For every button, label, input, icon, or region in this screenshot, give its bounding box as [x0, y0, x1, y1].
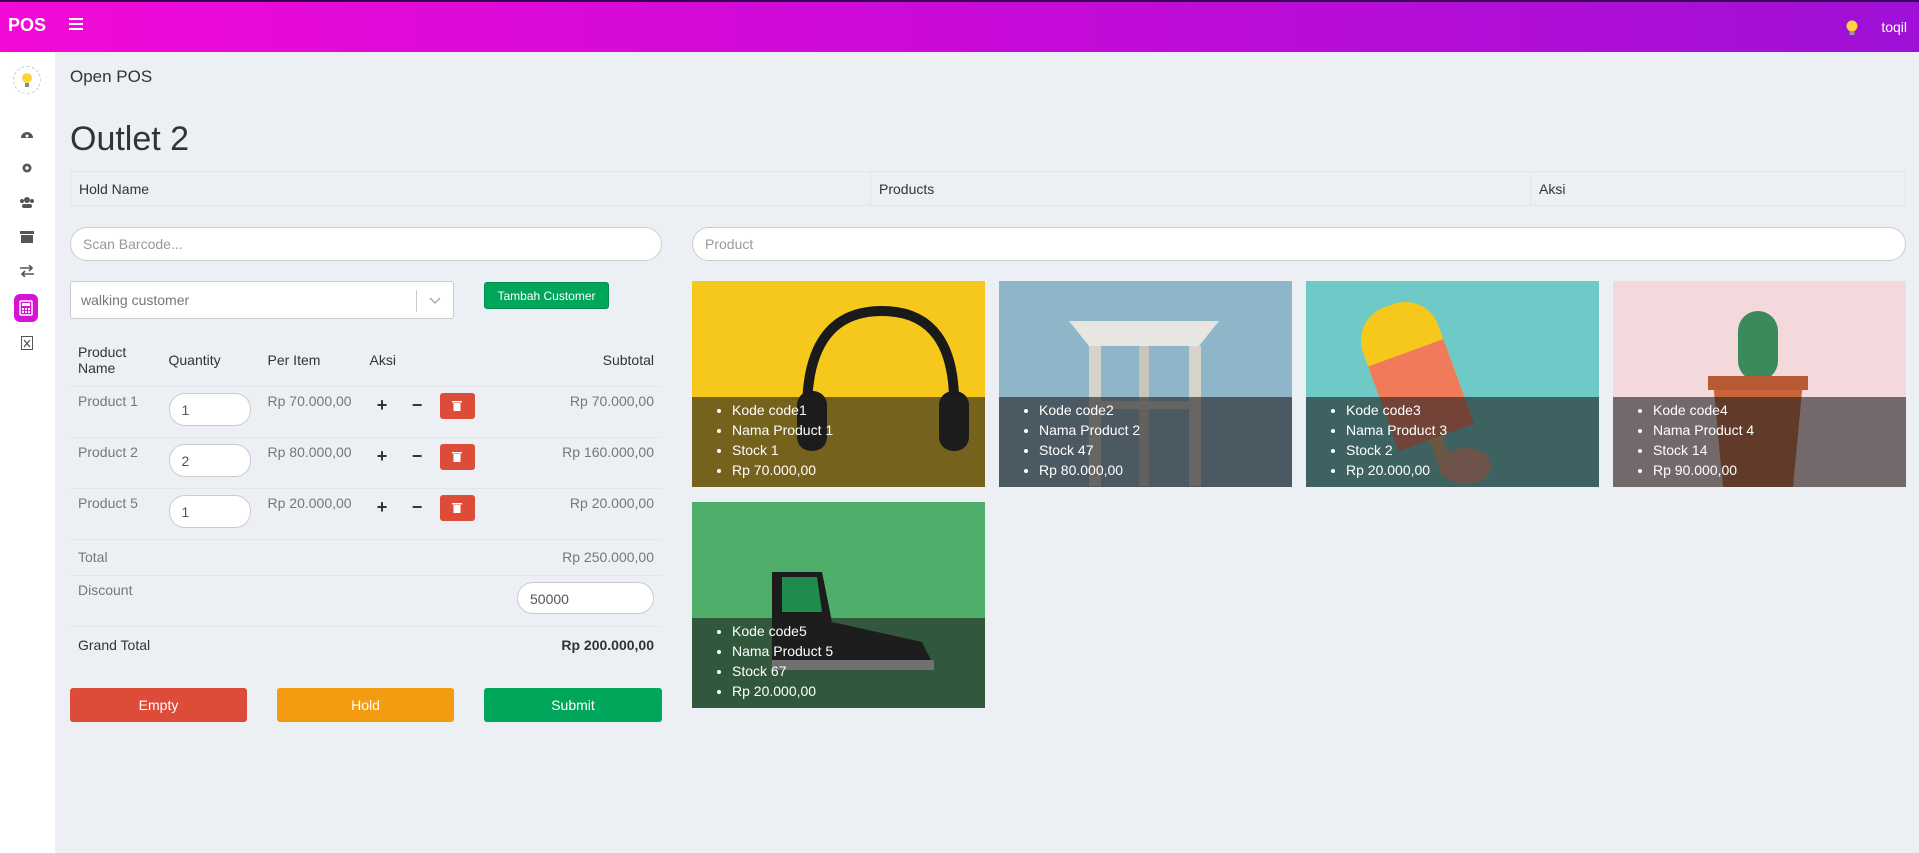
product-card[interactable]: Kode code4 Nama Product 4 Stock 14 Rp 90… — [1613, 281, 1906, 487]
product-name: Nama Product 3 — [1346, 420, 1599, 440]
grand-total-row: Grand Total Rp 200.000,00 — [70, 626, 662, 663]
col-product-name: Product Name — [70, 335, 161, 387]
product-card[interactable]: Kode code1 Nama Product 1 Stock 1 Rp 70.… — [692, 281, 985, 487]
quantity-input[interactable]: 1 — [168, 392, 251, 426]
per-item-price: Rp 20.000,00 — [259, 488, 362, 540]
minus-icon[interactable]: − — [405, 393, 430, 418]
product-card[interactable]: Kode code5 Nama Product 5 Stock 67 Rp 20… — [692, 502, 985, 708]
top-bar: POS toqil — [0, 0, 1919, 52]
scan-barcode-input[interactable]: Scan Barcode... — [70, 227, 662, 261]
product-stock: Stock 47 — [1039, 440, 1292, 460]
customer-select-value: walking customer — [81, 292, 190, 308]
product-price: Rp 20.000,00 — [732, 681, 985, 701]
product-search-input[interactable]: Product — [692, 227, 1906, 261]
bulb-icon[interactable] — [1845, 19, 1859, 37]
sidebar — [0, 52, 55, 853]
discount-input[interactable]: 50000 — [517, 581, 654, 614]
user-name[interactable]: toqil — [1881, 19, 1907, 35]
cart-table: Product Name Quantity Per Item Aksi Subt… — [70, 335, 662, 663]
plus-icon[interactable]: + — [370, 444, 395, 469]
empty-button[interactable]: Empty — [70, 688, 247, 722]
col-subtotal: Subtotal — [507, 335, 662, 387]
dashboard-icon[interactable] — [17, 123, 37, 143]
product-code: Kode code5 — [732, 621, 985, 641]
product-stock: Stock 14 — [1653, 440, 1906, 460]
quantity-input[interactable]: 1 — [168, 494, 251, 528]
product-name: Nama Product 5 — [732, 641, 985, 661]
plus-icon[interactable]: + — [370, 393, 395, 418]
product-stock: Stock 67 — [732, 661, 985, 681]
discount-row: Discount 50000 — [70, 575, 662, 627]
product-name: Nama Product 2 — [1039, 420, 1292, 440]
gear-icon[interactable] — [17, 158, 37, 178]
product-price: Rp 70.000,00 — [732, 460, 985, 480]
product-info: Kode code1 Nama Product 1 Stock 1 Rp 70.… — [692, 397, 985, 487]
col-per-item: Per Item — [259, 335, 362, 387]
product-name: Product 1 — [70, 386, 161, 438]
menu-icon[interactable] — [69, 18, 83, 30]
table-row: Product 5 1 Rp 20.000,00 + − Rp 20.000,0… — [70, 488, 662, 540]
submit-button[interactable]: Submit — [484, 688, 662, 722]
trash-icon[interactable] — [439, 494, 475, 521]
page-title: Outlet 2 — [70, 120, 190, 158]
bulb-icon — [13, 66, 41, 94]
minus-icon[interactable]: − — [405, 444, 430, 469]
excel-icon[interactable] — [17, 333, 37, 353]
product-name: Product 2 — [70, 437, 161, 489]
chevron-down-icon[interactable] — [427, 292, 443, 308]
product-price: Rp 20.000,00 — [1346, 460, 1599, 480]
product-info: Kode code3 Nama Product 3 Stock 2 Rp 20.… — [1306, 397, 1599, 487]
add-customer-button[interactable]: Tambah Customer — [484, 282, 609, 309]
per-item-price: Rp 80.000,00 — [259, 437, 362, 489]
users-icon[interactable] — [17, 192, 37, 212]
product-name: Nama Product 4 — [1653, 420, 1906, 440]
calculator-icon[interactable] — [14, 294, 38, 322]
product-code: Kode code3 — [1346, 400, 1599, 420]
product-price: Rp 90.000,00 — [1653, 460, 1906, 480]
total-label: Total — [70, 539, 508, 576]
total-value: Rp 250.000,00 — [507, 539, 662, 576]
row-subtotal: Rp 70.000,00 — [507, 386, 662, 438]
product-info: Kode code2 Nama Product 2 Stock 47 Rp 80… — [999, 397, 1292, 487]
select-divider — [416, 290, 417, 312]
exchange-icon[interactable] — [17, 261, 37, 281]
product-stock: Stock 1 — [732, 440, 985, 460]
archive-icon[interactable] — [17, 227, 37, 247]
product-info: Kode code5 Nama Product 5 Stock 67 Rp 20… — [692, 618, 985, 708]
col-aksi: Aksi — [361, 335, 508, 387]
grand-total-label: Grand Total — [70, 626, 508, 663]
products-header: Products — [871, 172, 1531, 205]
trash-icon[interactable] — [439, 443, 475, 470]
product-card[interactable]: Kode code3 Nama Product 3 Stock 2 Rp 20.… — [1306, 281, 1599, 487]
trash-icon[interactable] — [439, 392, 475, 419]
product-code: Kode code1 — [732, 400, 985, 420]
row-subtotal: Rp 20.000,00 — [507, 488, 662, 540]
total-row: Total Rp 250.000,00 — [70, 539, 662, 576]
product-price: Rp 80.000,00 — [1039, 460, 1292, 480]
minus-icon[interactable]: − — [405, 495, 430, 520]
quantity-input[interactable]: 2 — [168, 443, 251, 477]
hold-name-header: Hold Name — [71, 172, 871, 205]
customer-select[interactable]: walking customer — [70, 281, 454, 319]
product-name: Nama Product 1 — [732, 420, 985, 440]
plus-icon[interactable]: + — [370, 495, 395, 520]
product-info: Kode code4 Nama Product 4 Stock 14 Rp 90… — [1613, 397, 1906, 487]
breadcrumb: Open POS — [70, 67, 153, 86]
grand-total-value: Rp 200.000,00 — [561, 636, 654, 653]
product-name: Product 5 — [70, 488, 161, 540]
product-stock: Stock 2 — [1346, 440, 1599, 460]
per-item-price: Rp 70.000,00 — [259, 386, 362, 438]
row-subtotal: Rp 160.000,00 — [507, 437, 662, 489]
table-row: Product 2 2 Rp 80.000,00 + − Rp 160.000,… — [70, 437, 662, 489]
col-quantity: Quantity — [160, 335, 260, 387]
product-code: Kode code4 — [1653, 400, 1906, 420]
hold-button[interactable]: Hold — [277, 688, 454, 722]
discount-label: Discount — [70, 575, 508, 627]
hold-table: Hold Name Products Aksi — [70, 171, 1906, 206]
product-card[interactable]: Kode code2 Nama Product 2 Stock 47 Rp 80… — [999, 281, 1292, 487]
table-row: Product 1 1 Rp 70.000,00 + − Rp 70.000,0… — [70, 386, 662, 438]
product-code: Kode code2 — [1039, 400, 1292, 420]
aksi-header: Aksi — [1539, 181, 1566, 197]
brand-logo[interactable]: POS — [8, 15, 46, 36]
